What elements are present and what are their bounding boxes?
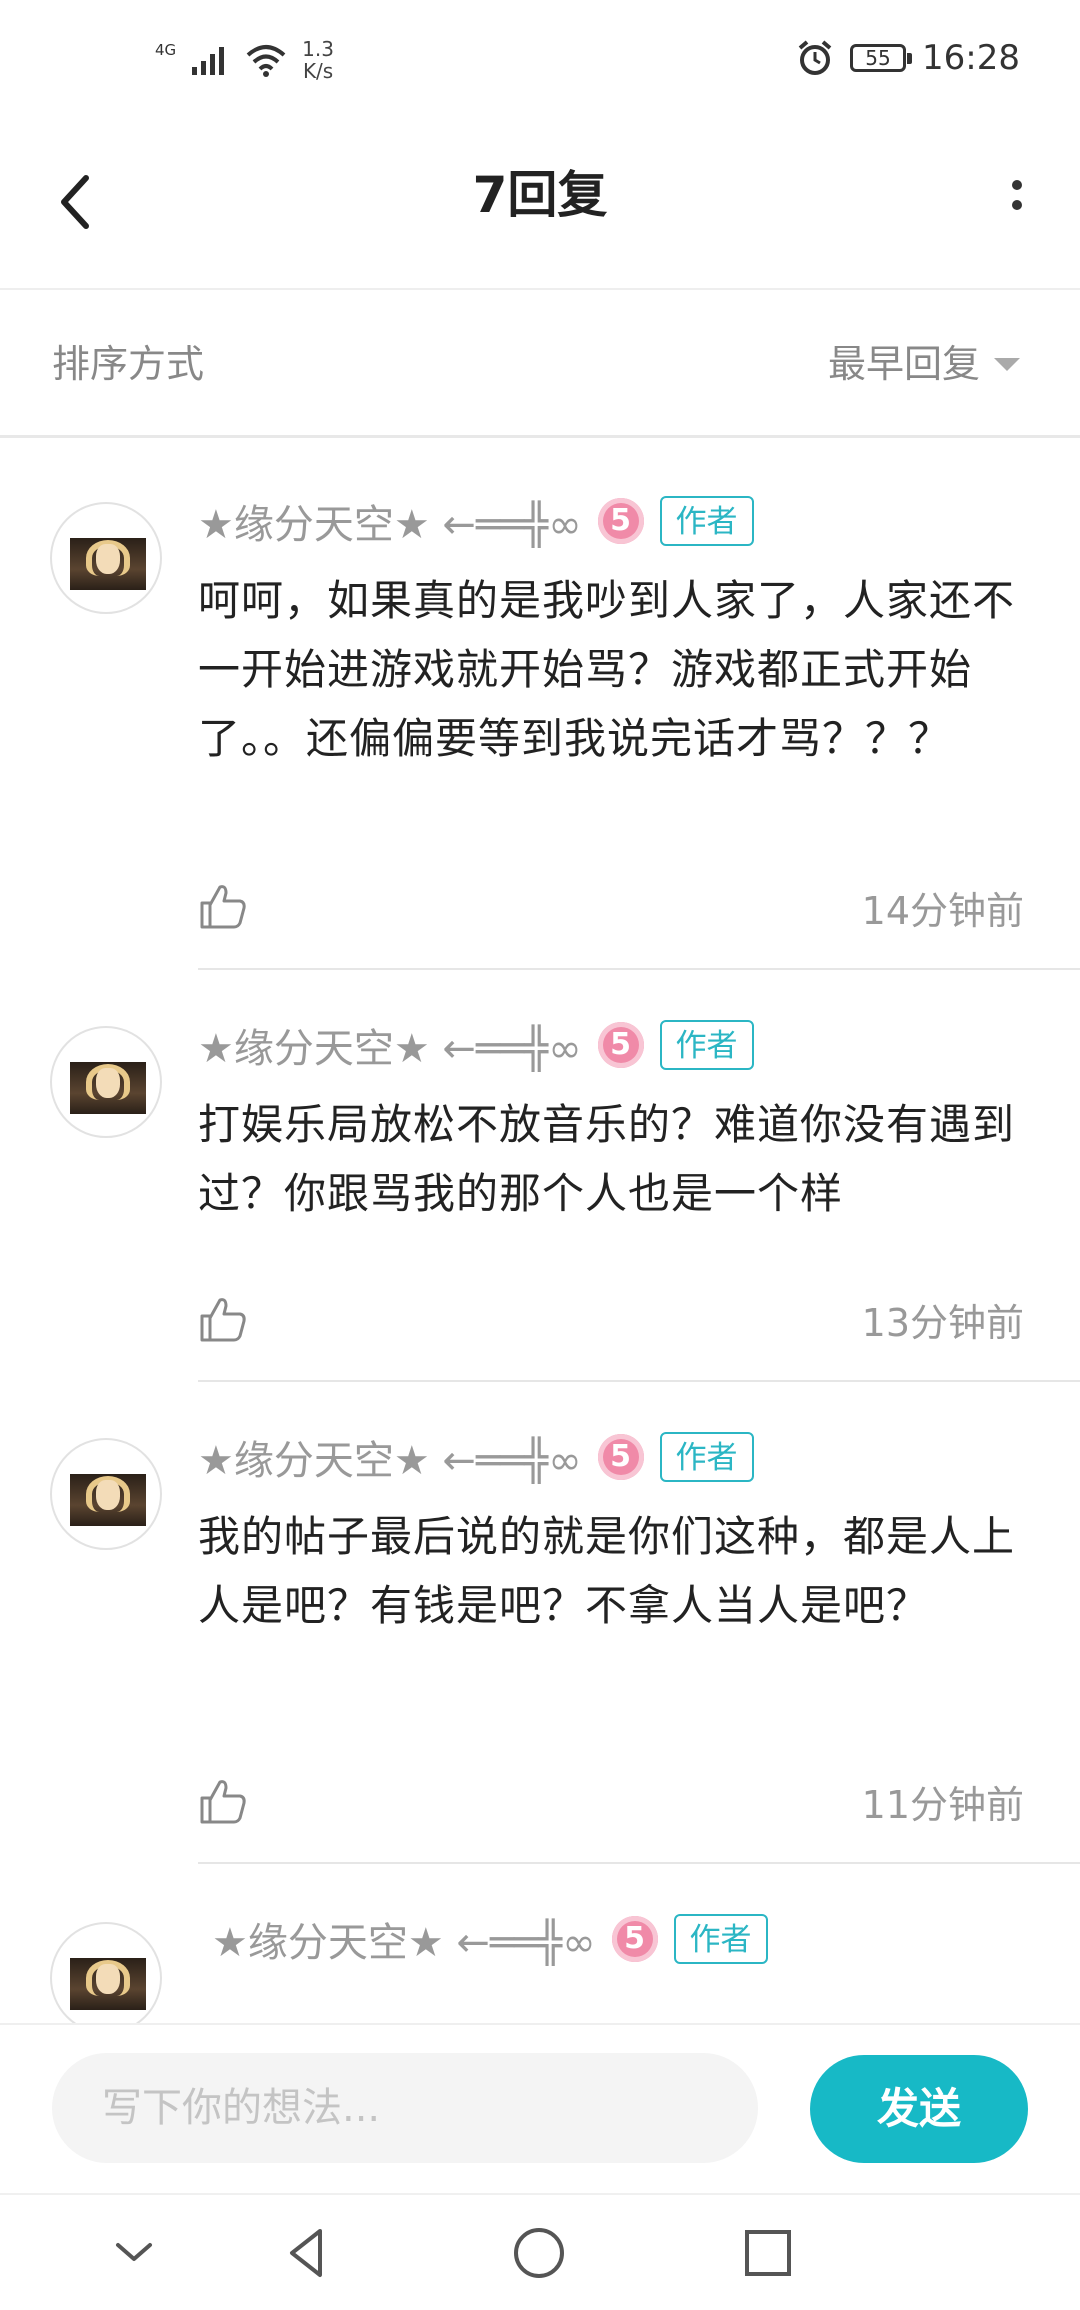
- signal-icon: [192, 47, 225, 75]
- like-button[interactable]: [198, 1776, 248, 1826]
- reply-text: 呵呵，如果真的是我吵到人家了，人家还不一开始进游戏就开始骂？游戏都正式开始了。。…: [198, 576, 1016, 763]
- nav-collapse-button[interactable]: [104, 2223, 164, 2283]
- status-bar: 4G 1.3 K/s 55 16:28: [0, 0, 1080, 120]
- more-menu-button[interactable]: [1002, 170, 1032, 230]
- author-tag: 作者: [659, 496, 754, 546]
- chevron-down-icon: [116, 2243, 152, 2261]
- status-right: 55 16:28: [796, 38, 1020, 78]
- send-button[interactable]: 发送: [810, 2055, 1028, 2163]
- avatar-face: [96, 1480, 120, 1510]
- comment-composer: 发送: [0, 2023, 1080, 2193]
- avatar[interactable]: [50, 502, 162, 614]
- speed-unit: K/s: [302, 59, 334, 83]
- reply-time: 13分钟前: [861, 1301, 1024, 1345]
- avatar-face: [96, 1964, 120, 1994]
- sort-label: 排序方式: [52, 342, 205, 386]
- level-badge: 5: [611, 1916, 658, 1962]
- author-tag: 作者: [659, 1020, 754, 1070]
- nav-recents-button[interactable]: [738, 2223, 798, 2283]
- reply-item: ★缘分天空★ ←══╬∞ 5 作者: [0, 1864, 1080, 2023]
- sort-dropdown[interactable]: 最早回复: [828, 290, 1020, 438]
- square-recents-icon: [745, 2230, 791, 2276]
- reply-user-line: ★缘分天空★ ←══╬∞ 5 作者: [212, 1910, 768, 1968]
- like-button[interactable]: [198, 1294, 248, 1344]
- avatar[interactable]: [50, 1922, 162, 2023]
- username[interactable]: ★缘分天空★ ←══╬∞: [198, 1016, 582, 1074]
- system-nav-bar: [0, 2193, 1080, 2310]
- triangle-back-icon: [290, 2229, 322, 2277]
- avatar-image: [70, 1062, 146, 1114]
- avatar-image: [70, 538, 146, 590]
- author-tag: 作者: [659, 1432, 754, 1482]
- nav-back-button[interactable]: [278, 2223, 338, 2283]
- more-dots-icon: [1012, 180, 1022, 190]
- avatar-image: [70, 1474, 146, 1526]
- comment-input[interactable]: [52, 2053, 758, 2163]
- level-badge: 5: [597, 498, 644, 544]
- level-badge: 5: [597, 1022, 644, 1068]
- reply-user-line: ★缘分天空★ ←══╬∞ 5 作者: [198, 1016, 754, 1074]
- username[interactable]: ★缘分天空★ ←══╬∞: [212, 1910, 596, 1968]
- reply-text: 打娱乐局放松不放音乐的？难道你没有遇到过？你跟骂我的那个人也是一个样: [198, 1100, 1016, 1218]
- author-tag: 作者: [673, 1914, 768, 1964]
- speed-value: 1.3: [302, 37, 334, 61]
- reply-item: ★缘分天空★ ←══╬∞ 5 作者 呵呵，如果真的是我吵到人家了，人家还不一开始…: [0, 438, 1080, 970]
- sort-bar: 排序方式 最早回复: [0, 290, 1080, 438]
- username[interactable]: ★缘分天空★ ←══╬∞: [198, 492, 582, 550]
- network-type: 4G: [155, 40, 177, 59]
- wifi-icon: [246, 45, 286, 77]
- avatar-image: [70, 1958, 146, 2010]
- level-badge: 5: [597, 1434, 644, 1480]
- username[interactable]: ★缘分天空★ ←══╬∞: [198, 1428, 582, 1486]
- like-button[interactable]: [198, 881, 248, 931]
- reply-list[interactable]: ★缘分天空★ ←══╬∞ 5 作者 呵呵，如果真的是我吵到人家了，人家还不一开始…: [0, 438, 1080, 2023]
- avatar[interactable]: [50, 1438, 162, 1550]
- circle-home-icon: [514, 2228, 564, 2278]
- caret-down-icon: [994, 357, 1020, 371]
- battery-indicator: 55: [850, 44, 913, 72]
- thumbs-up-icon: [200, 885, 246, 929]
- status-left: 4G 1.3 K/s: [155, 38, 334, 82]
- avatar-face: [96, 544, 120, 574]
- network-speed: 1.3 K/s: [302, 38, 334, 82]
- reply-item: ★缘分天空★ ←══╬∞ 5 作者 我的帖子最后说的就是你们这种，都是人上人是吧…: [0, 1382, 1080, 1864]
- more-dot: [1012, 200, 1022, 210]
- reply-user-line: ★缘分天空★ ←══╬∞ 5 作者: [198, 1428, 754, 1486]
- avatar[interactable]: [50, 1026, 162, 1138]
- header: 7回复: [0, 120, 1080, 290]
- sort-value: 最早回复: [827, 342, 980, 386]
- clock: 16:28: [922, 38, 1020, 78]
- reply-text: 我的帖子最后说的就是你们这种，都是人上人是吧？有钱是吧？不拿人当人是吧？: [198, 1512, 1016, 1630]
- thumbs-up-icon: [200, 1780, 246, 1824]
- reply-item: ★缘分天空★ ←══╬∞ 5 作者 打娱乐局放松不放音乐的？难道你没有遇到过？你…: [0, 970, 1080, 1382]
- reply-time: 11分钟前: [861, 1783, 1024, 1827]
- nav-home-button[interactable]: [509, 2223, 569, 2283]
- thumbs-up-icon: [200, 1298, 246, 1342]
- reply-user-line: ★缘分天空★ ←══╬∞ 5 作者: [198, 492, 754, 550]
- alarm-icon: [798, 40, 832, 75]
- reply-time: 14分钟前: [861, 889, 1024, 933]
- page-title: 7回复: [472, 166, 608, 224]
- avatar-face: [96, 1068, 120, 1098]
